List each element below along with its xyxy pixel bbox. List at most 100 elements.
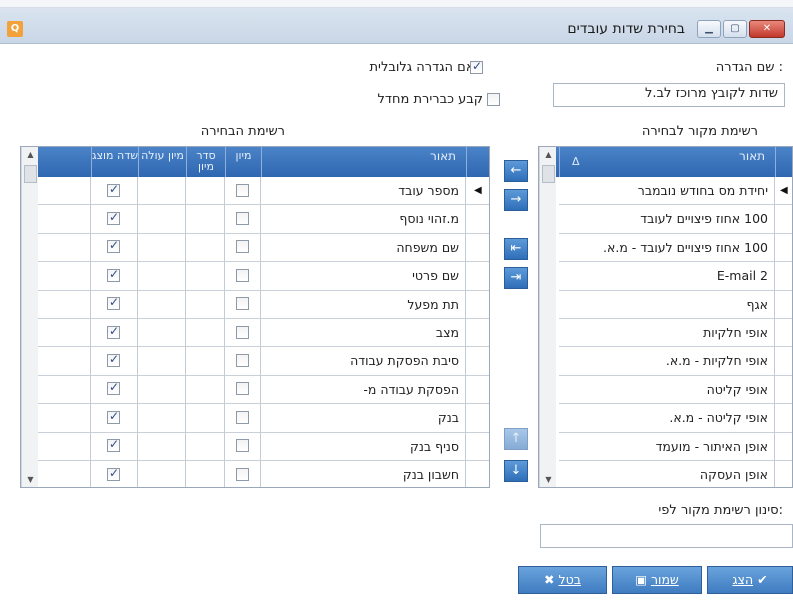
row-selector[interactable]	[775, 233, 792, 263]
source-list-row[interactable]: 100 אחוז פיצויים לעובד - מ.א.	[556, 233, 792, 263]
row-selector[interactable]	[775, 290, 792, 319]
sort-checkbox[interactable]	[235, 410, 249, 424]
row-selector[interactable]	[466, 404, 489, 433]
display-checkbox[interactable]	[107, 352, 120, 368]
show-button[interactable]: ✔ הצג	[707, 566, 793, 594]
selected-list-row[interactable]: מצב	[38, 319, 489, 348]
display-checkbox[interactable]	[107, 324, 120, 339]
remove-all-button[interactable]: ⇥	[504, 267, 528, 289]
default-setting-checkbox[interactable]	[486, 93, 500, 106]
row-selector[interactable]	[466, 319, 489, 348]
row-selector[interactable]: ◀	[466, 177, 489, 206]
row-selector[interactable]	[775, 319, 792, 348]
remove-field-button[interactable]: →	[504, 189, 528, 211]
selected-list-row[interactable]: שם משפחה	[38, 233, 489, 263]
setting-name-field[interactable]: שדות לקובץ מרוכז לב.ל	[553, 83, 785, 107]
sort-checkbox[interactable]	[235, 439, 249, 453]
global-setting-checkbox[interactable]	[470, 59, 483, 74]
selected-desc-column-header[interactable]: תאור	[261, 147, 466, 177]
sort-checkbox[interactable]	[235, 183, 249, 197]
selected-list-row[interactable]: חשבון בנק	[38, 461, 489, 487]
selected-list-row[interactable]: תת מפעל	[38, 290, 489, 319]
source-list-row[interactable]: אגף	[556, 290, 792, 319]
cancel-button[interactable]: בטל ✖	[518, 566, 607, 594]
row-selector[interactable]	[466, 290, 489, 319]
display-checkbox[interactable]	[107, 380, 120, 396]
scroll-thumb[interactable]	[542, 165, 555, 183]
row-selector[interactable]	[775, 375, 792, 405]
display-checkbox[interactable]	[107, 182, 120, 197]
source-row-desc: אופי קליטה - מ.א.	[559, 404, 775, 433]
row-selector[interactable]	[775, 461, 792, 487]
add-field-button[interactable]: ←	[504, 160, 528, 182]
maximize-button[interactable]: ▢	[723, 20, 747, 38]
sort-checkbox[interactable]	[235, 354, 249, 368]
display-checkbox[interactable]	[107, 210, 120, 226]
row-selector[interactable]	[775, 262, 792, 291]
row-selector[interactable]	[466, 262, 489, 291]
sort-checkbox[interactable]	[235, 268, 249, 282]
display-column-header[interactable]: שדה מוצג	[91, 147, 138, 177]
display-checkbox[interactable]	[107, 437, 120, 453]
scroll-up-icon[interactable]: ▲	[22, 150, 39, 159]
selected-list-row[interactable]: סניף בנק	[38, 432, 489, 461]
sort-checkbox[interactable]	[235, 467, 249, 481]
scroll-up-icon[interactable]: ▲	[540, 150, 557, 159]
row-selector[interactable]: ◀	[775, 177, 792, 206]
selected-scrollbar[interactable]: ▲ ▼	[21, 147, 39, 487]
source-list-row[interactable]: אופי חלקיות	[556, 319, 792, 348]
display-checkbox[interactable]	[107, 466, 120, 481]
row-selector[interactable]	[466, 205, 489, 234]
source-list-row[interactable]: אופי קליטה	[556, 375, 792, 405]
source-list-row[interactable]: אופי חלקיות - מ.א.	[556, 347, 792, 376]
row-selector[interactable]	[775, 404, 792, 433]
row-selector[interactable]	[466, 375, 489, 405]
source-list-row[interactable]: E-mail 2	[556, 262, 792, 291]
source-list-row[interactable]: אופי קליטה - מ.א.	[556, 404, 792, 433]
sort-column-header[interactable]: מיון	[225, 147, 261, 177]
minimize-button[interactable]: ▁	[697, 20, 721, 38]
sort-checkbox[interactable]	[235, 297, 249, 311]
scroll-down-icon[interactable]: ▼	[22, 475, 39, 484]
row-selector[interactable]	[775, 205, 792, 234]
selected-list-row[interactable]: מ.זהוי נוסף	[38, 205, 489, 234]
source-list-row[interactable]: 100 אחוז פיצויים לעובד	[556, 205, 792, 234]
move-down-button[interactable]: ↓	[504, 460, 528, 482]
row-selector[interactable]	[466, 461, 489, 487]
source-list-row[interactable]: אופן האיתור - מועמד	[556, 432, 792, 461]
move-up-button[interactable]: ↑	[504, 428, 528, 450]
save-button[interactable]: שמור ▣	[612, 566, 702, 594]
sort-checkbox[interactable]	[235, 382, 249, 396]
sort-order-column-header[interactable]: סדר מיון	[186, 147, 225, 177]
source-desc-column-header[interactable]: תאור Δ	[559, 147, 775, 177]
display-checkbox[interactable]	[107, 295, 120, 311]
selected-list-row[interactable]: בנק	[38, 404, 489, 433]
row-selector[interactable]	[775, 347, 792, 376]
add-all-button[interactable]: ⇤	[504, 238, 528, 260]
close-button[interactable]: ✕	[749, 20, 785, 38]
sort-checkbox[interactable]	[235, 240, 249, 254]
scroll-thumb[interactable]	[24, 165, 37, 183]
source-list-row[interactable]: אופן העסקה	[556, 461, 792, 487]
source-scrollbar[interactable]: ▲ ▼	[539, 147, 557, 487]
display-checkbox[interactable]	[107, 267, 120, 282]
sort-cell	[225, 233, 261, 263]
scroll-down-icon[interactable]: ▼	[540, 475, 557, 484]
selected-list-row[interactable]: הפסקת עבודה מ-	[38, 375, 489, 405]
display-checkbox[interactable]	[107, 238, 120, 254]
sort-checkbox[interactable]	[235, 212, 249, 226]
sort-checkbox[interactable]	[235, 325, 249, 339]
selected-list-row[interactable]: סיבת הפסקת עבודה	[38, 347, 489, 376]
row-selector[interactable]	[466, 347, 489, 376]
sort-asc-cell	[138, 262, 186, 291]
current-row-icon: ◀	[474, 185, 482, 196]
row-selector[interactable]	[466, 432, 489, 461]
display-checkbox[interactable]	[107, 409, 120, 424]
source-list-row[interactable]: יחידת מס בחודש נובמבר ◀	[556, 177, 792, 206]
sort-asc-column-header[interactable]: מיון עולה	[138, 147, 186, 177]
row-selector[interactable]	[466, 233, 489, 263]
selected-list-row[interactable]: שם פרטי	[38, 262, 489, 291]
row-selector[interactable]	[775, 432, 792, 461]
filter-input[interactable]	[540, 524, 793, 548]
selected-list-row[interactable]: מספר עובד ◀	[38, 177, 489, 206]
